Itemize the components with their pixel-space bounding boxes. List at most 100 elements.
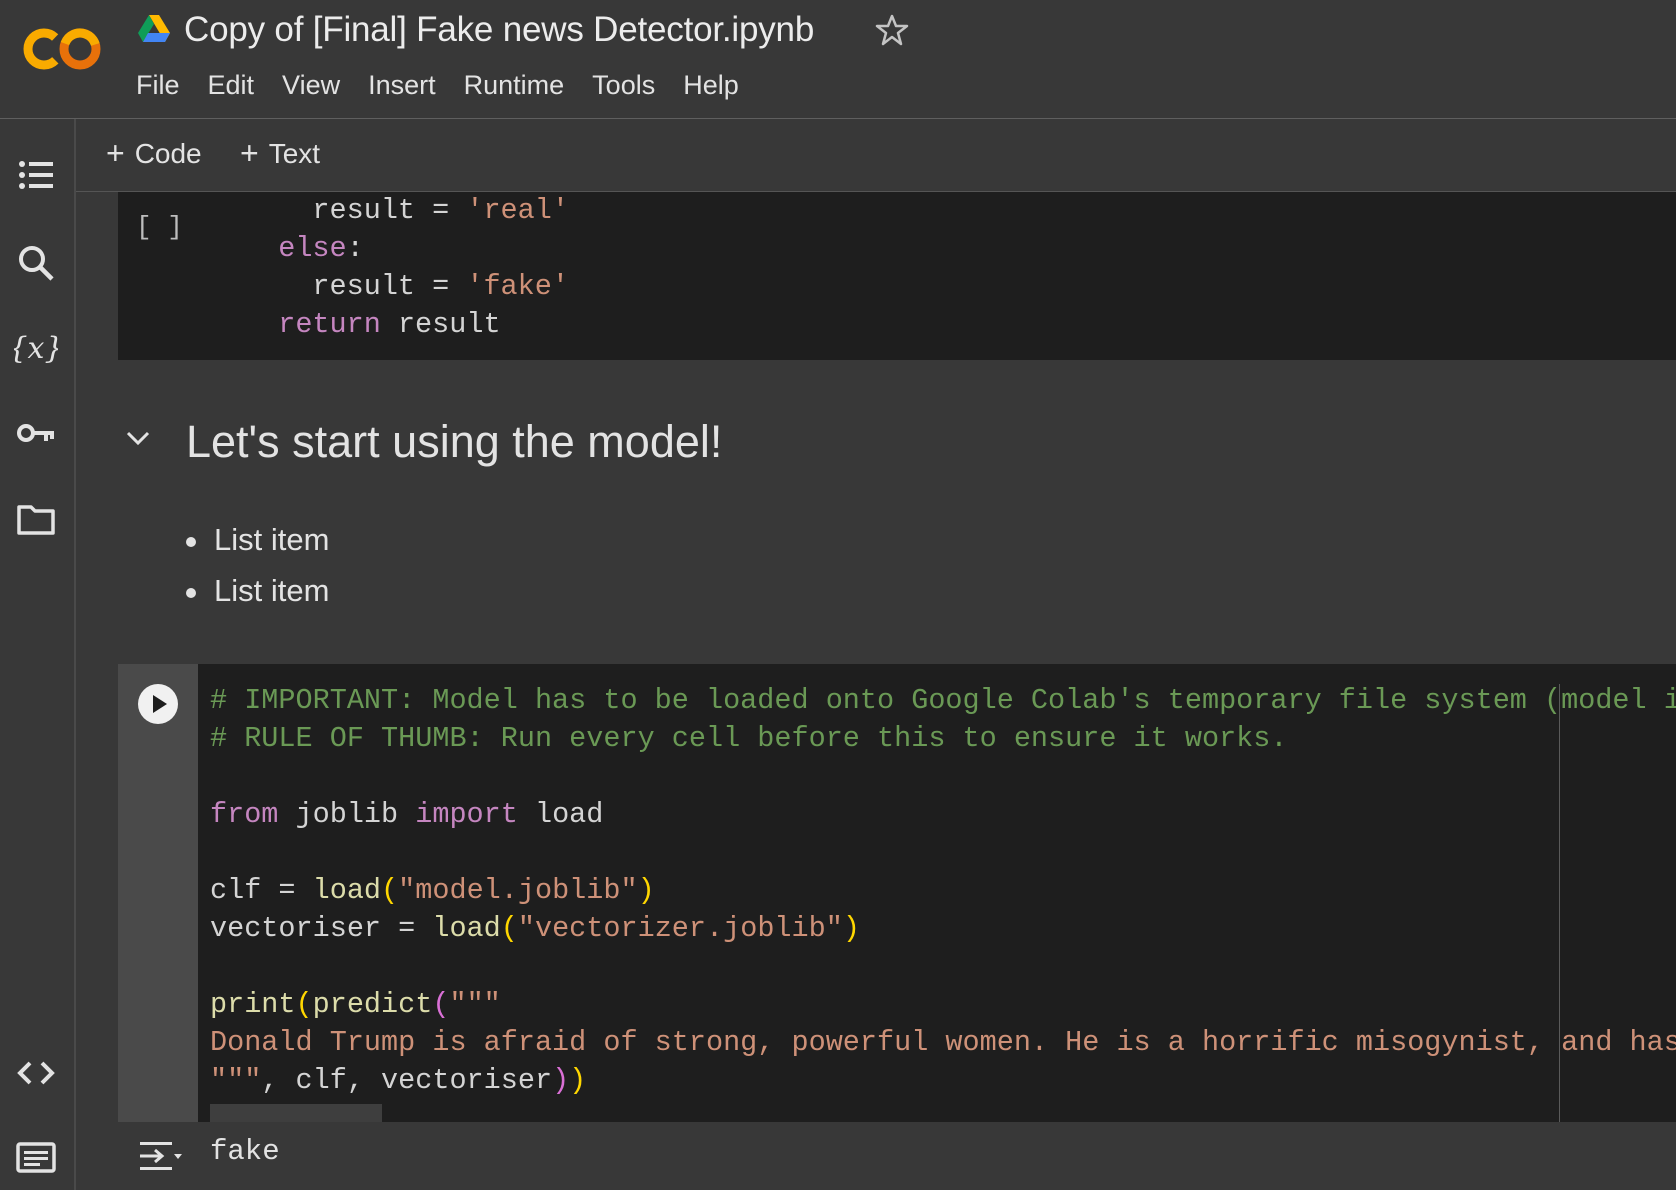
execution-count[interactable]: [ ] (136, 212, 183, 242)
star-icon[interactable] (874, 12, 910, 48)
code-token: "model.joblib" (398, 874, 638, 907)
code-token: result = (244, 194, 467, 227)
code-line[interactable]: else: (244, 230, 569, 268)
code-token: """ (449, 988, 501, 1021)
code-token: print (210, 988, 296, 1021)
list-item: List item (186, 522, 329, 573)
run-cell-button[interactable] (138, 684, 178, 724)
left-sidebar: {x} (0, 119, 76, 1190)
search-button[interactable] (6, 233, 66, 293)
folder-icon (17, 505, 55, 535)
notebook-title[interactable]: Copy of [Final] Fake news Detector.ipynb (184, 10, 814, 50)
add-code-cell-button[interactable]: + Code (106, 135, 202, 172)
code-line[interactable]: """, clf, vectoriser)) (210, 1062, 1676, 1100)
menu-tools[interactable]: Tools (578, 66, 669, 105)
code-cell-2[interactable]: # IMPORTANT: Model has to be loaded onto… (118, 664, 1676, 1122)
code-token: predict (312, 988, 433, 1021)
code-token: 'fake' (466, 270, 569, 303)
variables-icon: {x} (14, 331, 58, 366)
secrets-button[interactable] (6, 403, 66, 463)
code-token: import (415, 798, 518, 831)
colab-logo[interactable] (22, 24, 106, 74)
code-token: "vectorizer.joblib" (517, 912, 843, 945)
code-snippets-button[interactable] (6, 1043, 66, 1103)
code-line[interactable]: Donald Trump is afraid of strong, powerf… (210, 1024, 1676, 1062)
code-line[interactable]: ​ (210, 834, 1676, 872)
code-token: load (432, 912, 501, 945)
cell-output: fake (118, 1122, 1676, 1190)
toc-icon (19, 161, 53, 189)
code-line[interactable]: return result (244, 306, 569, 344)
plus-icon: + (240, 135, 259, 171)
code-line[interactable]: # IMPORTANT: Model has to be loaded onto… (210, 682, 1676, 720)
code-token: else (278, 232, 347, 265)
notebook-toolbar: + Code + Text (76, 119, 1676, 192)
code-line[interactable]: from joblib import load (210, 796, 1676, 834)
bullet-list: List item List item (186, 522, 329, 624)
add-text-label: Text (268, 137, 321, 169)
code-line[interactable]: result = 'fake' (244, 268, 569, 306)
search-icon (19, 246, 54, 281)
code-token: , clf, vectoriser (261, 1064, 553, 1097)
code-line[interactable]: # RULE OF THUMB: Run every cell before t… (210, 720, 1676, 758)
code-token: clf = (210, 874, 313, 907)
code-token: : (346, 232, 364, 265)
menu-edit[interactable]: Edit (194, 66, 269, 105)
menu-help[interactable]: Help (669, 66, 753, 105)
terminal-button[interactable] (6, 1127, 66, 1187)
secrets-key-icon (17, 424, 54, 442)
files-button[interactable] (6, 489, 66, 549)
code-token: ) (569, 1064, 587, 1097)
code-token: from (210, 798, 279, 831)
menu-runtime[interactable]: Runtime (450, 66, 579, 105)
collapse-section-chevron-icon[interactable] (122, 422, 154, 454)
code-cell-1[interactable]: [ ] result = 'real' else: result = 'fake… (118, 192, 1676, 360)
output-actions-icon[interactable] (136, 1134, 184, 1178)
header-bar: Copy of [Final] Fake news Detector.ipynb… (0, 0, 1676, 119)
horizontal-scrollbar[interactable] (210, 1104, 382, 1122)
list-item: List item (186, 573, 329, 624)
code-token: ( (381, 874, 399, 907)
variables-button[interactable]: {x} (6, 319, 66, 379)
output-text: fake (210, 1135, 280, 1168)
code-token: ) (842, 912, 860, 945)
svg-text:{x}: {x} (14, 331, 58, 366)
code-token: """ (210, 1064, 262, 1097)
code-line[interactable]: print(predict(""" (210, 986, 1676, 1024)
code-token: ) (552, 1064, 570, 1097)
code-editor[interactable]: # IMPORTANT: Model has to be loaded onto… (210, 682, 1676, 1100)
code-token: load (517, 798, 604, 831)
code-line[interactable]: result = 'real' (244, 192, 569, 230)
code-token: # IMPORTANT: Model has to be loaded onto… (210, 684, 1676, 717)
code-line[interactable]: clf = load("model.joblib") (210, 872, 1676, 910)
add-code-label: Code (134, 137, 202, 169)
code-token: ( (500, 912, 518, 945)
code-line[interactable]: ​ (210, 758, 1676, 796)
code-token: ) (637, 874, 655, 907)
code-token: 'real' (466, 194, 569, 227)
code-line[interactable]: vectoriser = load("vectorizer.joblib") (210, 910, 1676, 948)
code-token: load (312, 874, 382, 907)
menu-insert[interactable]: Insert (354, 66, 450, 105)
code-token: joblib (278, 798, 416, 831)
code-token: # RULE OF THUMB: Run every cell before t… (210, 722, 1288, 755)
add-text-cell-button[interactable]: + Text (240, 135, 320, 172)
menu-bar: File Edit View Insert Runtime Tools Help (122, 66, 753, 105)
code-token: ( (295, 988, 313, 1021)
menu-view[interactable]: View (268, 66, 354, 105)
code-token: result = (244, 270, 467, 303)
code-line[interactable]: ​ (210, 948, 1676, 986)
code-token: vectoriser = (210, 912, 433, 945)
code-token: return (278, 308, 381, 341)
google-drive-icon[interactable] (138, 14, 170, 44)
code-token: ( (432, 988, 450, 1021)
table-of-contents-button[interactable] (6, 145, 66, 205)
code-editor[interactable]: result = 'real' else: result = 'fake' re… (244, 192, 569, 344)
line-length-ruler (1559, 684, 1560, 1122)
code-token: Donald Trump is afraid of strong, powerf… (210, 1026, 1676, 1059)
section-heading: Let's start using the model! (186, 416, 723, 467)
plus-icon: + (106, 135, 125, 171)
code-snippets-icon (17, 1061, 55, 1085)
terminal-icon (16, 1142, 56, 1173)
menu-file[interactable]: File (122, 66, 194, 105)
